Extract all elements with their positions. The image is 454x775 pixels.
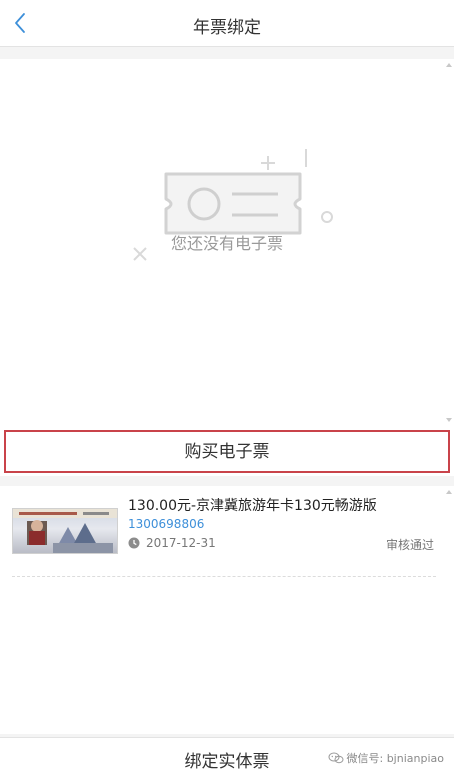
card-divider: [12, 576, 436, 577]
ticket-card-date: 2017-12-31: [146, 536, 216, 550]
ticket-photo-icon: [13, 509, 117, 553]
scroll-down-arrow[interactable]: [446, 418, 452, 422]
ticket-card-title: 130.00元-京津冀旅游年卡130元畅游版: [128, 498, 377, 514]
ticket-icon: [133, 149, 333, 261]
ticket-card-phone: 1300698806: [128, 517, 205, 531]
section-divider: [0, 476, 454, 486]
scroll-up-arrow[interactable]: [446, 63, 452, 67]
ticket-list: 130.00元-京津冀旅游年卡130元畅游版 1300698806 2017-1…: [0, 486, 454, 734]
empty-message: 您还没有电子票: [170, 234, 283, 253]
status-badge: 审核通过: [385, 538, 434, 552]
clock-icon: [128, 537, 140, 549]
page-title: 年票绑定: [193, 18, 261, 38]
top-nav-bar: 年票绑定: [0, 0, 454, 47]
section-divider: [0, 47, 454, 59]
buy-button-highlight: 购买电子票: [4, 430, 450, 473]
watermark-text: 微信号: bjnianpiao: [346, 752, 445, 765]
wechat-icon: [328, 752, 343, 764]
watermark: 微信号: bjnianpiao: [328, 750, 445, 766]
buy-e-ticket-button[interactable]: 购买电子票: [6, 432, 448, 471]
e-ticket-empty-panel: 您还没有电子票: [0, 59, 454, 426]
bottom-bar: 绑定实体票 微信号: bjnianpiao: [0, 737, 454, 775]
ticket-card[interactable]: 130.00元-京津冀旅游年卡130元畅游版 1300698806 2017-1…: [0, 486, 454, 577]
ticket-card-image: [12, 508, 118, 554]
